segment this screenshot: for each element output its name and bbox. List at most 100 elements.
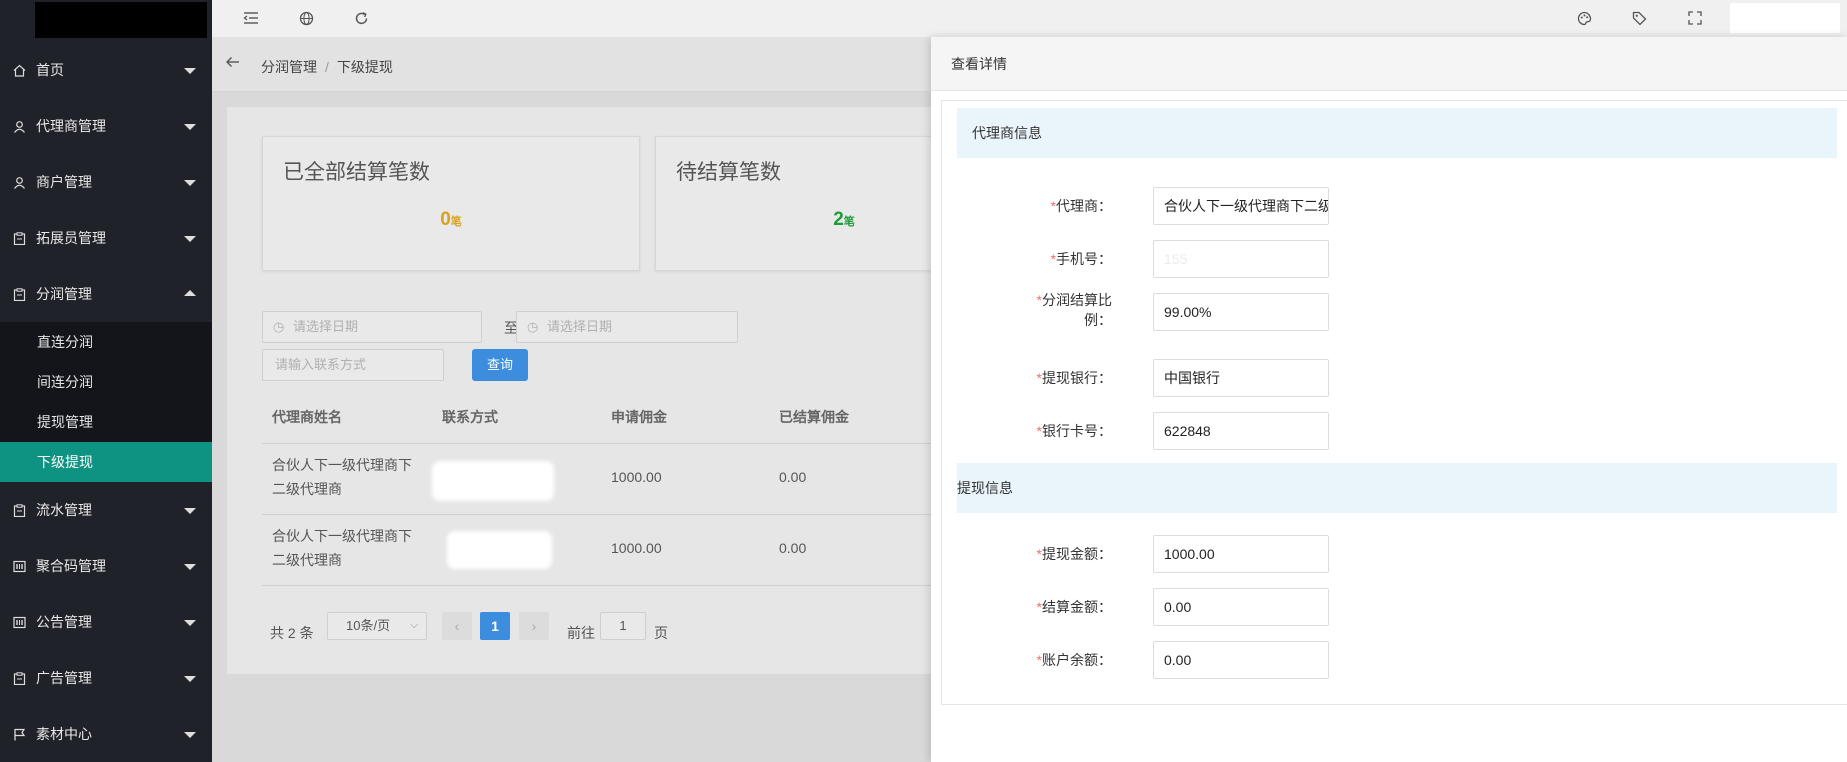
submenu-item-direct-profit[interactable]: 直连分润 bbox=[0, 322, 212, 362]
user-icon bbox=[12, 119, 26, 133]
sidebar-item-label: 商户管理 bbox=[36, 174, 92, 190]
home-icon bbox=[12, 63, 26, 77]
drawer-body: 代理商信息 *代理商： 合伙人下一级代理商下二级 *手机号： 155 *分润结算… bbox=[941, 100, 1847, 705]
field-label-balance: *账户余额： bbox=[952, 650, 1112, 670]
caret-down-icon bbox=[184, 180, 196, 186]
caret-down-icon bbox=[184, 676, 196, 682]
settled-amount-cell: 0.00 bbox=[779, 469, 807, 485]
page-number-button[interactable]: 1 bbox=[480, 612, 510, 640]
card-number-field[interactable]: 622848 bbox=[1153, 412, 1329, 450]
row-divider bbox=[262, 585, 1009, 586]
end-date-placeholder: 请选择日期 bbox=[547, 319, 613, 334]
sidebar-item-notice[interactable]: 公告管理 bbox=[0, 594, 212, 650]
fullscreen-icon[interactable] bbox=[1686, 9, 1704, 27]
query-button[interactable]: 查询 bbox=[472, 349, 528, 381]
submenu-item-withdraw-manage[interactable]: 提现管理 bbox=[0, 402, 212, 442]
sidebar-item-material[interactable]: 素材中心 bbox=[0, 706, 212, 762]
user-info-box[interactable] bbox=[1730, 3, 1840, 33]
caret-down-icon bbox=[184, 732, 196, 738]
breadcrumb-current: 下级提现 bbox=[336, 59, 393, 75]
label-text: 代理商： bbox=[1056, 198, 1112, 214]
agent-name-cell: 合伙人下一级代理商下 二级代理商 bbox=[272, 453, 412, 501]
bank-field[interactable]: 中国银行 bbox=[1153, 359, 1329, 397]
caret-down-icon bbox=[184, 124, 196, 130]
chevron-down-icon: ⌵ bbox=[410, 620, 418, 631]
sidebar: 首页 代理商管理 商户管理 拓展员管理 分润管理 直连分润 间连分润 提现管理 bbox=[0, 0, 212, 762]
drawer-header: 查看详情 bbox=[931, 37, 1847, 91]
phone-field[interactable]: 155 bbox=[1153, 240, 1329, 278]
clipboard-icon bbox=[12, 671, 26, 685]
field-label-ratio: *分润结算比 例： bbox=[952, 290, 1112, 330]
stat-card-title: 已全部结算笔数 bbox=[283, 161, 430, 184]
submenu-item-indirect-profit[interactable]: 间连分润 bbox=[0, 362, 212, 402]
prev-page-button[interactable]: ‹ bbox=[442, 612, 472, 640]
sidebar-item-agent[interactable]: 代理商管理 bbox=[0, 98, 212, 154]
globe-icon[interactable] bbox=[297, 9, 315, 27]
contact-input[interactable]: 请输入联系方式 bbox=[262, 349, 444, 381]
sidebar-item-label: 聚合码管理 bbox=[36, 558, 106, 574]
name-line: 二级代理商 bbox=[272, 552, 342, 568]
label-text: 提现金额： bbox=[1042, 546, 1112, 562]
sidebar-item-flow[interactable]: 流水管理 bbox=[0, 482, 212, 538]
sidebar-item-promoter[interactable]: 拓展员管理 bbox=[0, 210, 212, 266]
start-date-input[interactable]: ◷ 请选择日期 bbox=[262, 311, 482, 343]
qrcode-icon bbox=[12, 559, 26, 573]
label-text: 账户余额： bbox=[1042, 652, 1112, 668]
breadcrumb-parent[interactable]: 分润管理 bbox=[261, 59, 317, 75]
sidebar-item-merchant[interactable]: 商户管理 bbox=[0, 154, 212, 210]
sidebar-item-qrcode[interactable]: 聚合码管理 bbox=[0, 538, 212, 594]
submenu-item-sub-withdraw[interactable]: 下级提现 bbox=[0, 442, 212, 482]
withdraw-amount-field[interactable]: 1000.00 bbox=[1153, 535, 1329, 573]
sidebar-item-ads[interactable]: 广告管理 bbox=[0, 650, 212, 706]
caret-down-icon bbox=[184, 620, 196, 626]
detail-drawer: 查看详情 代理商信息 *代理商： 合伙人下一级代理商下二级 *手机号： 155 … bbox=[931, 37, 1847, 762]
label-text: 提现银行： bbox=[1042, 370, 1112, 386]
stat-unit: 笔 bbox=[450, 216, 462, 228]
name-line: 合伙人下一级代理商下 bbox=[272, 528, 412, 544]
sidebar-item-label: 代理商管理 bbox=[36, 118, 106, 134]
ratio-field[interactable]: 99.00% bbox=[1153, 293, 1329, 331]
next-page-button[interactable]: › bbox=[519, 612, 549, 640]
redacted-contact bbox=[432, 461, 554, 501]
back-arrow-icon[interactable] bbox=[226, 55, 240, 73]
label-text: 银行卡号： bbox=[1042, 423, 1112, 439]
logo bbox=[35, 2, 207, 38]
user-icon bbox=[12, 175, 26, 189]
sidebar-item-home[interactable]: 首页 bbox=[0, 42, 212, 98]
page-size-select[interactable]: 10条/页 ⌵ bbox=[327, 612, 427, 640]
sidebar-item-label: 首页 bbox=[36, 62, 64, 78]
sidebar-item-profit[interactable]: 分润管理 bbox=[0, 266, 212, 322]
section-withdraw-info: 提现信息 bbox=[957, 463, 1837, 513]
agent-name-cell: 合伙人下一级代理商下 二级代理商 bbox=[272, 524, 412, 572]
menu-fold-icon[interactable] bbox=[242, 9, 260, 27]
sidebar-item-label: 分润管理 bbox=[36, 286, 92, 302]
field-label-amount: *提现金额： bbox=[952, 544, 1112, 564]
label-text: 分润结算比 bbox=[1042, 292, 1112, 308]
stat-unit: 笔 bbox=[843, 216, 855, 228]
apply-amount-cell: 1000.00 bbox=[611, 469, 662, 485]
goto-page-input[interactable]: 1 bbox=[600, 612, 646, 640]
label-text: 手机号： bbox=[1056, 251, 1112, 267]
page-size-value: 10条/页 bbox=[346, 618, 391, 633]
end-date-input[interactable]: ◷ 请选择日期 bbox=[516, 311, 738, 343]
refresh-icon[interactable] bbox=[352, 9, 370, 27]
clipboard-icon bbox=[12, 231, 26, 245]
stat-value: 2 bbox=[833, 209, 844, 230]
settle-amount-field[interactable]: 0.00 bbox=[1153, 588, 1329, 626]
sidebar-item-label: 拓展员管理 bbox=[36, 230, 106, 246]
flag-icon bbox=[12, 727, 26, 741]
field-label-agent: *代理商： bbox=[952, 196, 1112, 216]
profit-submenu: 直连分润 间连分润 提现管理 下级提现 bbox=[0, 322, 212, 482]
caret-down-icon bbox=[184, 564, 196, 570]
balance-field[interactable]: 0.00 bbox=[1153, 641, 1329, 679]
palette-icon[interactable] bbox=[1575, 9, 1593, 27]
section-agent-info: 代理商信息 bbox=[957, 108, 1837, 158]
top-bar bbox=[212, 0, 1847, 37]
agent-field[interactable]: 合伙人下一级代理商下二级 bbox=[1153, 187, 1329, 225]
breadcrumb-separator: / bbox=[325, 59, 329, 75]
stat-card-title: 待结算笔数 bbox=[676, 161, 781, 184]
clipboard-icon bbox=[12, 287, 26, 301]
tag-icon[interactable] bbox=[1630, 9, 1648, 27]
sidebar-menu: 首页 代理商管理 商户管理 拓展员管理 分润管理 直连分润 间连分润 提现管理 bbox=[0, 42, 212, 762]
column-header: 联系方式 bbox=[442, 409, 498, 425]
